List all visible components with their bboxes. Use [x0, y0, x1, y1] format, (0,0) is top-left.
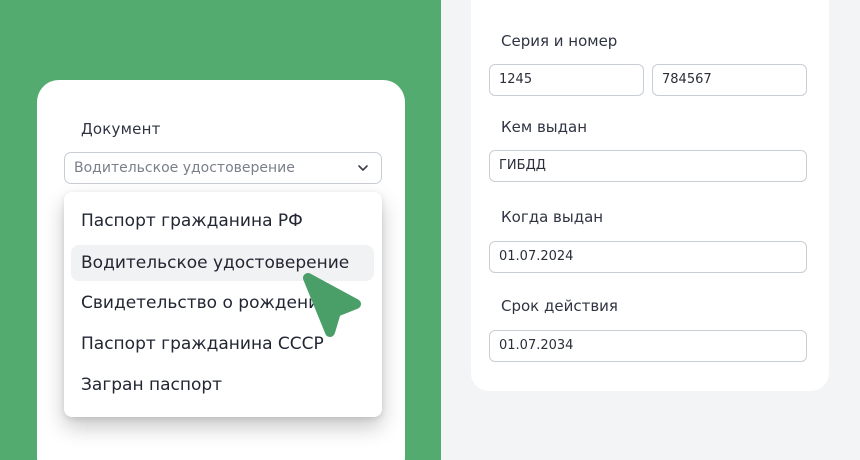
issued-by-label: Кем выдан — [501, 118, 588, 136]
series-value: 1245 — [499, 72, 533, 87]
series-input[interactable]: 1245 — [489, 64, 644, 96]
option-label: Загран паспорт — [81, 375, 223, 395]
expiry-input[interactable]: 01.07.2034 — [489, 330, 807, 362]
document-select[interactable]: Водительское удостоверение — [64, 152, 382, 184]
issued-by-input[interactable]: ГИБДД — [489, 150, 807, 182]
dropdown-option-passport-rf[interactable]: Паспорт гражданина РФ — [71, 203, 374, 239]
issue-date-input[interactable]: 01.07.2024 — [489, 241, 807, 273]
cursor-arrow-icon — [303, 273, 361, 337]
number-value: 784567 — [662, 72, 712, 87]
issue-date-value: 01.07.2024 — [499, 249, 574, 264]
dropdown-option-foreign-passport[interactable]: Загран паспорт — [71, 367, 374, 403]
document-select-value: Водительское удостоверение — [74, 160, 295, 176]
chevron-down-icon — [358, 165, 368, 171]
expiry-label: Срок действия — [501, 297, 618, 315]
issued-by-value: ГИБДД — [499, 158, 546, 173]
option-label: Паспорт гражданина СССР — [81, 334, 324, 354]
option-label: Свидетельство о рождении — [81, 293, 331, 313]
issue-date-label: Когда выдан — [501, 208, 604, 226]
number-input[interactable]: 784567 — [652, 64, 807, 96]
document-label: Документ — [81, 120, 161, 138]
option-label: Паспорт гражданина РФ — [81, 211, 303, 231]
series-number-label: Серия и номер — [501, 32, 618, 50]
expiry-value: 01.07.2034 — [499, 338, 574, 353]
